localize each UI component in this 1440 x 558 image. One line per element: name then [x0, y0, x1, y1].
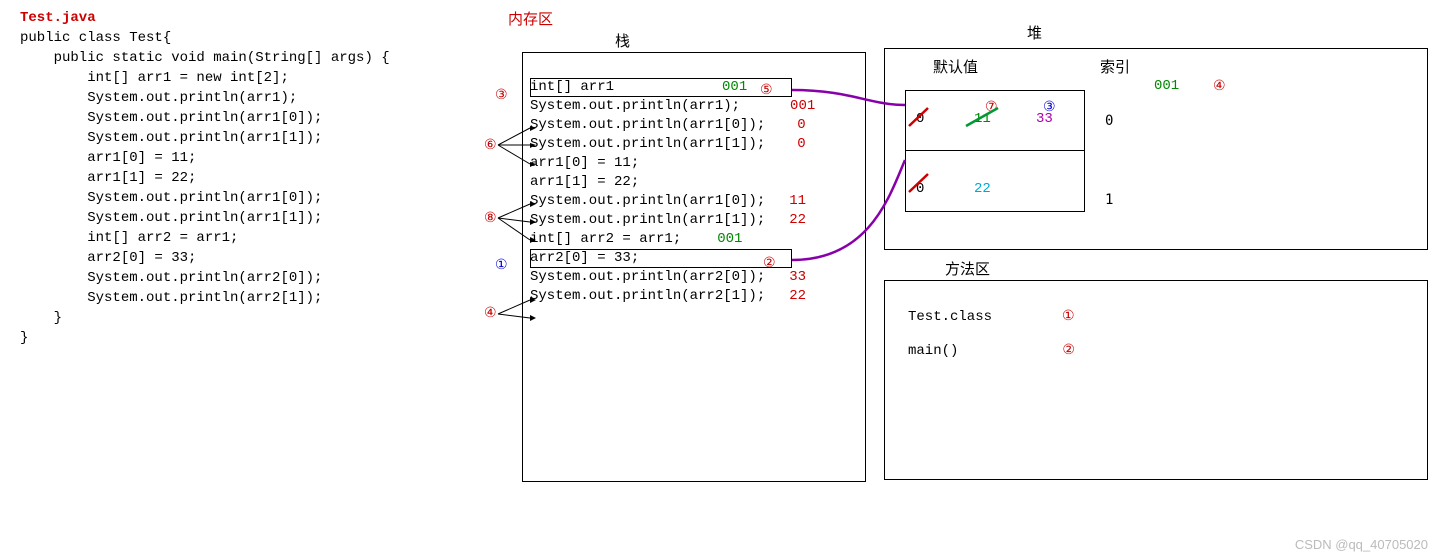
code-line: public static void main(String[] args) {	[20, 48, 390, 68]
stack-label: 栈	[615, 30, 630, 51]
step-marker-2: ②	[1062, 343, 1075, 359]
code-line: System.out.println(arr1[1]);	[20, 128, 390, 148]
code-line: System.out.println(arr2[1]);	[20, 288, 390, 308]
method-area-label: 方法区	[945, 258, 990, 279]
output-value: 22	[789, 212, 806, 228]
stack-line: int[] arr2 = arr1;	[530, 231, 681, 247]
step-marker-1: ①	[1062, 309, 1075, 325]
step-marker-1: ①	[495, 257, 508, 273]
stack-line: System.out.println(arr2[0]);	[530, 269, 765, 285]
step-marker-6: ⑥	[484, 137, 497, 153]
addr-value: 001	[717, 231, 742, 247]
step-marker-5: ⑤	[760, 82, 773, 98]
index-1: 1	[1105, 192, 1113, 208]
old-value-0: 0	[916, 181, 924, 197]
stack-content: int[] arr1 001 System.out.println(arr1); 0…	[530, 78, 815, 306]
heap-row-1: 0 22	[906, 151, 1084, 211]
code-line: System.out.println(arr1);	[20, 88, 390, 108]
source-code: Test.java public class Test{ public stat…	[20, 8, 390, 348]
code-line: }	[20, 308, 390, 328]
step-marker-2: ②	[763, 255, 776, 271]
output-value: 22	[789, 288, 806, 304]
addr-value: 001	[722, 79, 747, 95]
step-marker-3: ③	[495, 87, 508, 103]
code-line: System.out.println(arr1[1]);	[20, 208, 390, 228]
stack-line: int[] arr1	[530, 79, 614, 95]
default-value-label: 默认值	[933, 56, 978, 77]
stack-line: System.out.println(arr1[1]);	[530, 212, 765, 228]
code-line: arr1[1] = 22;	[20, 168, 390, 188]
heap-label: 堆	[1027, 22, 1042, 43]
memory-label: 内存区	[508, 8, 553, 29]
watermark: CSDN @qq_40705020	[1295, 537, 1428, 552]
index-label: 索引	[1100, 56, 1130, 77]
code-line: System.out.println(arr2[0]);	[20, 268, 390, 288]
code-line: int[] arr1 = new int[2];	[20, 68, 390, 88]
code-line: System.out.println(arr1[0]);	[20, 188, 390, 208]
method-class: Test.class	[908, 309, 992, 325]
step-marker-7: ⑦	[985, 99, 998, 115]
step-marker-4: ④	[484, 305, 497, 321]
code-line: arr1[0] = 11;	[20, 148, 390, 168]
code-line: int[] arr2 = arr1;	[20, 228, 390, 248]
heap-address: 001	[1154, 78, 1179, 94]
filename: Test.java	[20, 8, 390, 28]
stack-line: System.out.println(arr1[1]);	[530, 136, 765, 152]
stack-line: arr1[1] = 22;	[530, 173, 815, 192]
code-line: public class Test{	[20, 28, 390, 48]
step-marker-8: ⑧	[484, 210, 497, 226]
code-line: }	[20, 328, 390, 348]
output-value: 33	[789, 269, 806, 285]
output-value: 001	[790, 98, 815, 114]
step-marker-3-heap: ③	[1043, 99, 1056, 115]
code-line: System.out.println(arr1[0]);	[20, 108, 390, 128]
stack-line: System.out.println(arr1[0]);	[530, 117, 765, 133]
old-value-0: 0	[916, 111, 924, 127]
output-value: 0	[797, 136, 805, 152]
step-marker-4: ④	[1213, 78, 1226, 95]
stack-line: System.out.println(arr1[0]);	[530, 193, 765, 209]
new-value-22: 22	[974, 181, 991, 197]
stack-line: System.out.println(arr2[1]);	[530, 288, 765, 304]
output-value: 11	[789, 193, 806, 209]
stack-line: arr1[0] = 11;	[530, 154, 815, 173]
code-line: arr2[0] = 33;	[20, 248, 390, 268]
stack-line: System.out.println(arr1);	[530, 98, 740, 114]
output-value: 0	[797, 117, 805, 133]
method-area-content: Test.class ① main() ②	[908, 300, 1075, 368]
method-main: main()	[908, 343, 958, 359]
index-0: 0	[1105, 113, 1113, 129]
